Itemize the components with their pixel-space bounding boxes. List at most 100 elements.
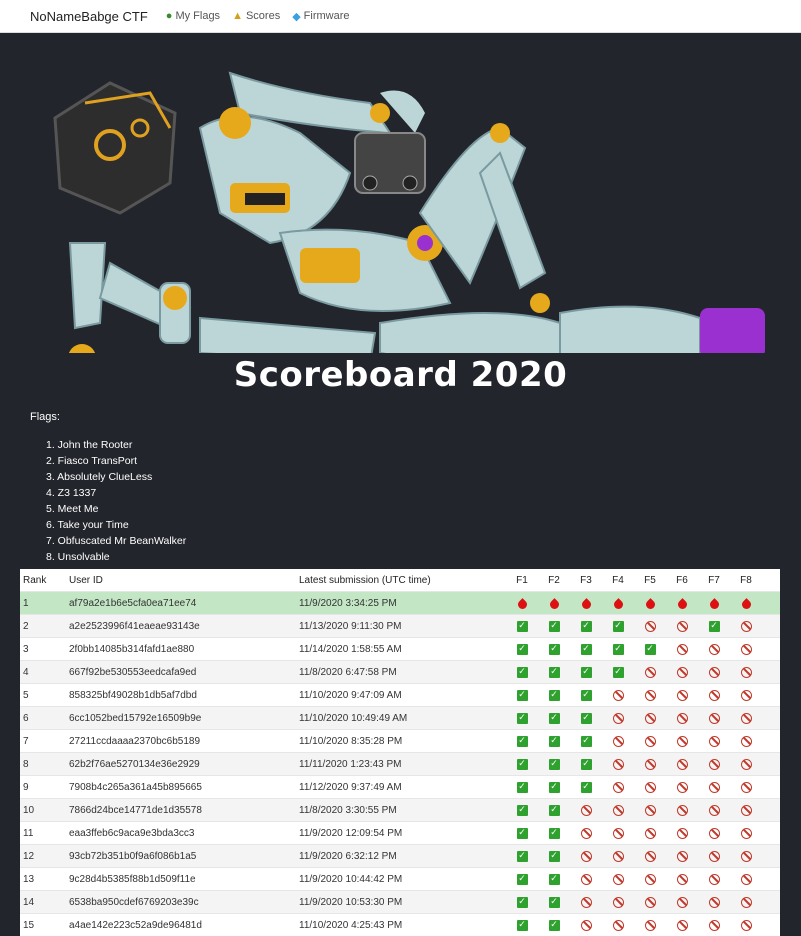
prohibited-icon	[676, 804, 688, 816]
prohibited-icon	[708, 873, 720, 885]
flag-cell-f5	[634, 919, 666, 931]
prohibited-icon	[644, 919, 656, 931]
prohibited-icon	[740, 666, 752, 678]
flag-cell-f7	[698, 850, 730, 862]
prohibited-icon	[676, 643, 688, 655]
flag-cell-f3	[570, 597, 602, 611]
user-id-cell: 858325bf49028b1db5af7dbd	[69, 689, 197, 701]
rank-cell: 8	[23, 758, 29, 770]
flag-cell-f1: ✓	[506, 712, 538, 724]
check-icon: ✓	[548, 666, 560, 678]
prohibited-icon	[644, 712, 656, 724]
flag-cell-f6	[666, 873, 698, 885]
nav-scores[interactable]: ▲ Scores	[232, 10, 280, 22]
prohibited-icon	[612, 827, 624, 839]
flag-item: 2. Fiasco TransPort	[46, 455, 138, 467]
check-icon: ✓	[548, 873, 560, 885]
flag-cell-f1: ✓	[506, 827, 538, 839]
check-icon: ✓	[516, 666, 528, 678]
flag-cell-f2: ✓	[538, 666, 570, 678]
table-row: 7 27211ccdaaaa2370bc6b5189 11/10/2020 8:35…	[20, 729, 780, 752]
flag-cell-f2: ✓	[538, 873, 570, 885]
prohibited-icon	[612, 804, 624, 816]
prohibited-icon	[644, 735, 656, 747]
prohibited-icon	[644, 689, 656, 701]
flag-cell-f4	[602, 758, 634, 770]
check-icon: ✓	[516, 896, 528, 908]
flag-item: 6. Take your Time	[46, 519, 129, 531]
flag-cell-f6	[666, 620, 698, 632]
submission-time-cell: 11/10/2020 9:47:09 AM	[299, 689, 402, 701]
check-icon: ✓	[548, 758, 560, 770]
flag-cell-f3: ✓	[570, 712, 602, 724]
prohibited-icon	[644, 620, 656, 632]
flag-cell-f3	[570, 919, 602, 931]
check-icon: ✓	[548, 620, 560, 632]
header-f4: F4	[612, 574, 624, 586]
flag-item: 3. Absolutely ClueLess	[46, 471, 153, 483]
submission-time-cell: 11/9/2020 12:09:54 PM	[299, 827, 403, 839]
flag-cell-f4	[602, 827, 634, 839]
flag-cell-f3	[570, 827, 602, 839]
flag-cell-f5	[634, 597, 666, 611]
flag-cell-f1: ✓	[506, 735, 538, 747]
flag-cell-f1	[506, 597, 538, 611]
diamond-icon: ◆	[292, 10, 301, 23]
first-blood-drop-icon	[675, 597, 689, 611]
flag-cell-f4: ✓	[602, 666, 634, 678]
flag-cell-f3	[570, 850, 602, 862]
check-icon: ✓	[612, 620, 624, 632]
flag-cell-f4: ✓	[602, 620, 634, 632]
prohibited-icon	[676, 781, 688, 793]
flag-cell-f6	[666, 919, 698, 931]
user-id-cell: eaa3ffeb6c9aca9e3bda3cc3	[69, 827, 195, 839]
check-icon: ✓	[516, 643, 528, 655]
flag-cell-f1: ✓	[506, 758, 538, 770]
rank-cell: 14	[23, 896, 35, 908]
flag-cell-f7	[698, 597, 730, 611]
prohibited-icon	[708, 850, 720, 862]
flag-cell-f2: ✓	[538, 758, 570, 770]
header-f3: F3	[580, 574, 592, 586]
flag-cell-f6	[666, 850, 698, 862]
flag-cell-f2: ✓	[538, 689, 570, 701]
prohibited-icon	[612, 781, 624, 793]
check-icon: ✓	[516, 919, 528, 931]
flag-cell-f1: ✓	[506, 896, 538, 908]
table-row: 6 6cc1052bed15792e16509b9e 11/10/2020 10:4…	[20, 706, 780, 729]
prohibited-icon	[676, 689, 688, 701]
prohibited-icon	[708, 712, 720, 724]
brand-link[interactable]: NoNameBabge CTF	[30, 9, 148, 24]
check-icon: ✓	[516, 712, 528, 724]
flag-cell-f8	[730, 712, 762, 724]
prohibited-icon	[708, 919, 720, 931]
table-row: 2 a2e2523996f41eaeae93143e 11/13/2020 9:11…	[20, 614, 780, 637]
nav-my-flags[interactable]: ● My Flags	[166, 10, 220, 22]
header-latest-submission: Latest submission (UTC time)	[299, 574, 431, 586]
user-id-cell: 9c28d4b5385f88b1d509f11e	[69, 873, 196, 885]
flag-cell-f1: ✓	[506, 643, 538, 655]
header-f7: F7	[708, 574, 720, 586]
prohibited-icon	[644, 804, 656, 816]
user-id-cell: 27211ccdaaaa2370bc6b5189	[69, 735, 201, 747]
prohibited-icon	[740, 643, 752, 655]
flag-cell-f7: ✓	[698, 620, 730, 632]
check-icon: ✓	[516, 735, 528, 747]
submission-time-cell: 11/9/2020 3:34:25 PM	[299, 597, 397, 609]
flag-cell-f8	[730, 597, 762, 611]
flag-cell-f4	[602, 919, 634, 931]
flag-cell-f1: ✓	[506, 919, 538, 931]
submission-time-cell: 11/13/2020 9:11:30 PM	[299, 620, 402, 632]
check-icon: ✓	[548, 712, 560, 724]
submission-time-cell: 11/10/2020 4:25:43 PM	[299, 919, 403, 931]
submission-time-cell: 11/11/2020 1:23:43 PM	[299, 758, 402, 770]
nav-firmware[interactable]: ◆ Firmware	[292, 10, 349, 23]
flag-cell-f6	[666, 735, 698, 747]
submission-time-cell: 11/10/2020 8:35:28 PM	[299, 735, 403, 747]
check-icon: ✓	[612, 666, 624, 678]
check-icon: ✓	[548, 643, 560, 655]
flag-cell-f8	[730, 643, 762, 655]
flag-cell-f5	[634, 689, 666, 701]
table-row: 12 93cb72b351b0f9a6f086b1a5 11/9/2020 6:32…	[20, 844, 780, 867]
flag-cell-f6	[666, 896, 698, 908]
